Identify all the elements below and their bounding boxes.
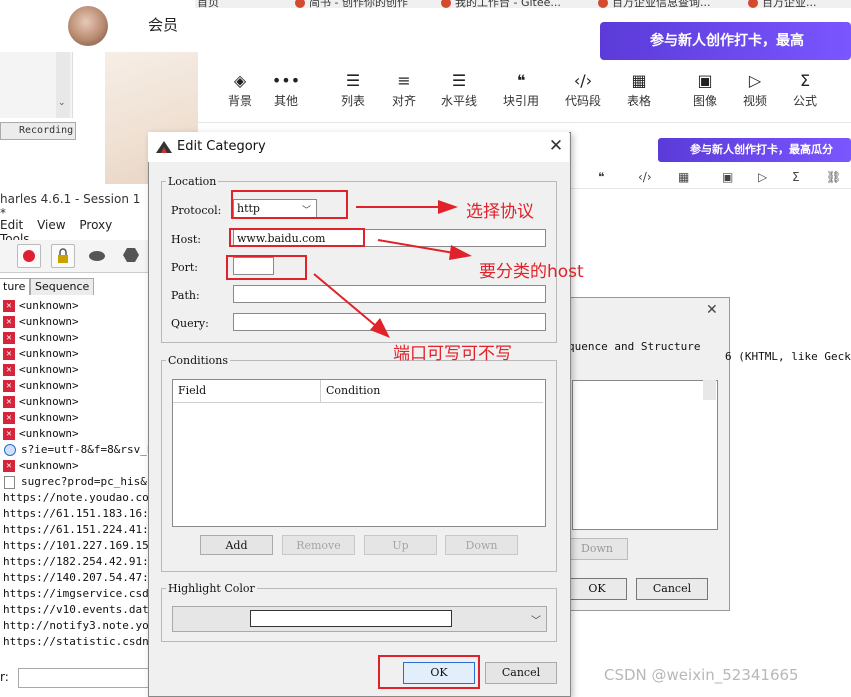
protocol-annotation: 选择协议 bbox=[466, 202, 534, 222]
port-annotation: 端口可写可不写 bbox=[393, 344, 512, 364]
watermark: CSDN @weixin_52341665 bbox=[604, 666, 799, 684]
host-annotation: 要分类的host bbox=[479, 262, 584, 282]
